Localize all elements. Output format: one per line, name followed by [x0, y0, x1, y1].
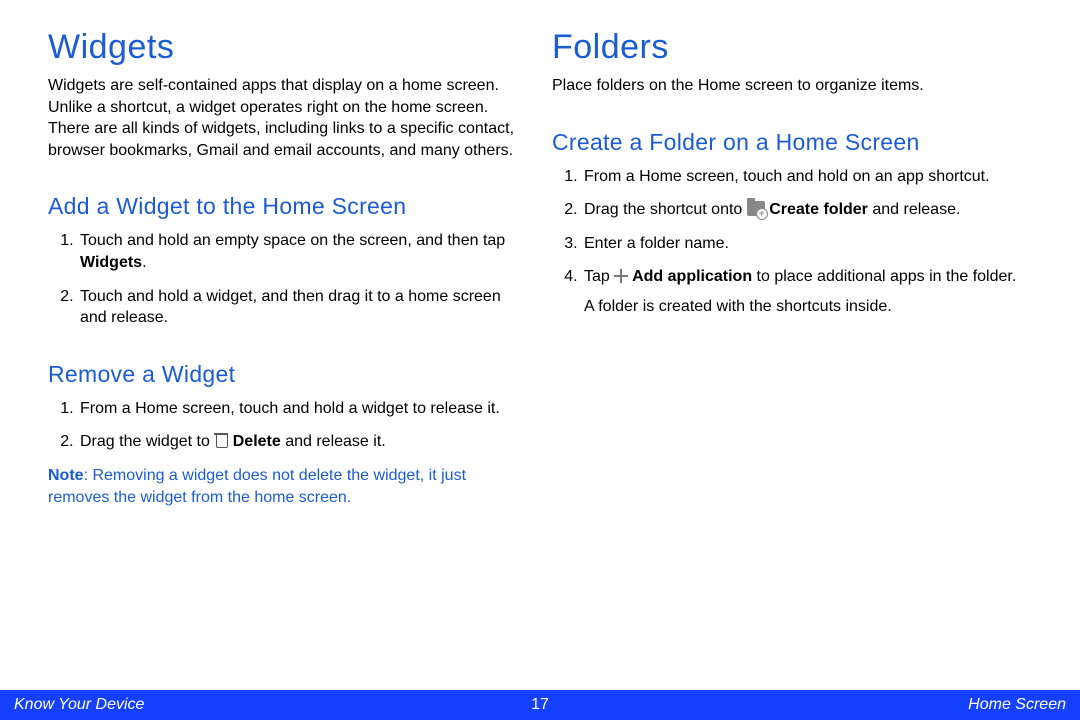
step-text-tail: and release it. [281, 433, 386, 450]
step-text-tail: to place additional apps in the folder. [752, 268, 1016, 285]
plus-icon [614, 269, 628, 283]
remove-widget-note: Note: Removing a widget does not delete … [48, 465, 528, 508]
note-body: : Removing a widget does not delete the … [48, 467, 466, 506]
step-text-tail: and release. [868, 201, 961, 218]
step-result: A folder is created with the shortcuts i… [584, 296, 1032, 318]
step-text: Touch and hold an empty space on the scr… [80, 232, 505, 249]
left-column: Widgets Widgets are self-contained apps … [48, 28, 528, 684]
page-footer: Know Your Device 17 Home Screen [0, 690, 1080, 720]
note-label: Note [48, 467, 84, 484]
create-folder-icon [747, 201, 765, 216]
step-text: Drag the widget to [80, 433, 214, 450]
create-folder-keyword: Create folder [765, 201, 868, 218]
list-item: Enter a folder name. [582, 233, 1032, 255]
list-item: Touch and hold an empty space on the scr… [78, 230, 528, 273]
heading-add-widget: Add a Widget to the Home Screen [48, 193, 528, 220]
right-column: Folders Place folders on the Home screen… [552, 28, 1032, 684]
list-item: Drag the shortcut onto Create folder and… [582, 199, 1032, 221]
heading-create-folder: Create a Folder on a Home Screen [552, 129, 1032, 156]
folders-intro: Place folders on the Home screen to orga… [552, 75, 1032, 97]
widgets-intro: Widgets are self-contained apps that dis… [48, 75, 528, 161]
heading-folders: Folders [552, 28, 1032, 67]
heading-remove-widget: Remove a Widget [48, 361, 528, 388]
trash-icon [214, 432, 228, 448]
footer-page-number: 17 [0, 696, 1080, 714]
create-folder-steps: From a Home screen, touch and hold on an… [552, 166, 1032, 318]
remove-widget-steps: From a Home screen, touch and hold a wid… [48, 398, 528, 453]
step-text: Tap [584, 268, 614, 285]
widgets-keyword: Widgets [80, 254, 142, 271]
list-item: Drag the widget to Delete and release it… [78, 431, 528, 453]
step-text-tail: . [142, 254, 146, 271]
add-application-keyword: Add application [628, 268, 752, 285]
list-item: Tap Add application to place additional … [582, 266, 1032, 317]
add-widget-steps: Touch and hold an empty space on the scr… [48, 230, 528, 328]
step-text: Drag the shortcut onto [584, 201, 747, 218]
list-item: From a Home screen, touch and hold on an… [582, 166, 1032, 188]
heading-widgets: Widgets [48, 28, 528, 67]
delete-keyword: Delete [228, 433, 280, 450]
list-item: From a Home screen, touch and hold a wid… [78, 398, 528, 420]
list-item: Touch and hold a widget, and then drag i… [78, 286, 528, 329]
